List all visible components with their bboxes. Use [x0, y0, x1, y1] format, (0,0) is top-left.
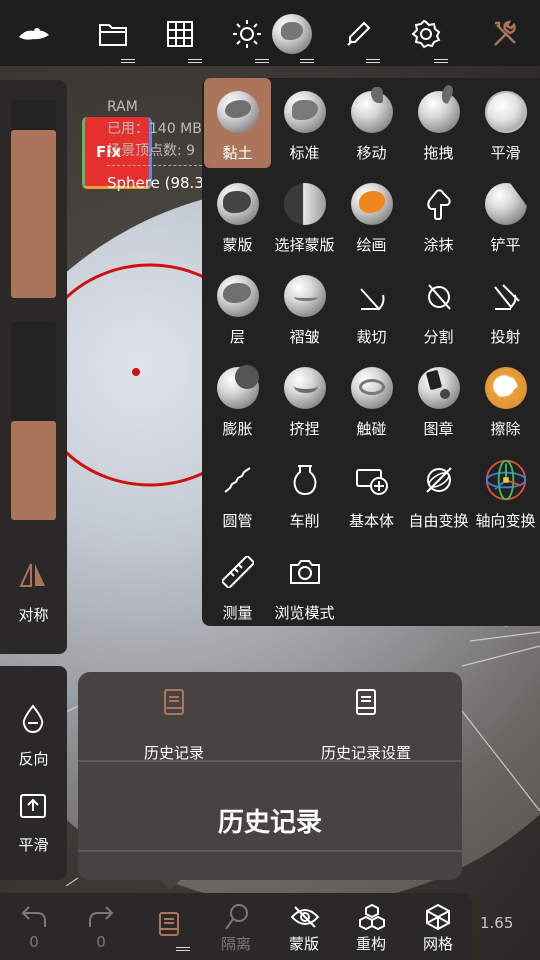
symmetry-label[interactable]: 对称	[0, 604, 67, 625]
lathe-icon	[283, 458, 327, 502]
tool-erase[interactable]: 擦除	[472, 354, 539, 444]
select-mask-icon	[284, 183, 326, 225]
erase-icon	[485, 367, 527, 409]
project-icon	[484, 274, 528, 318]
undo-icon	[21, 905, 47, 933]
bottom-toolbar: 0 0 隔离 蒙版 重构 网格	[0, 893, 472, 960]
mesh-icon	[424, 903, 452, 935]
ram-label: RAM	[107, 99, 138, 115]
remesh-button[interactable]: 重构	[341, 899, 401, 959]
smudge-icon	[417, 182, 461, 226]
sun-icon[interactable]	[225, 12, 269, 60]
divider	[78, 850, 462, 852]
pinch-icon	[284, 367, 326, 409]
mask-label: 蒙版	[288, 935, 319, 953]
history-panel: 历史记录 历史记录设置 历史记录	[78, 672, 462, 880]
stamp-icon	[418, 367, 460, 409]
undo-count: 0	[29, 933, 39, 951]
radius-slider[interactable]	[11, 100, 56, 298]
cubes-icon	[358, 903, 386, 935]
drag-icon	[418, 83, 460, 133]
redo-icon	[88, 905, 114, 933]
fix-label: Fix	[96, 143, 122, 161]
eye-hidden-icon	[290, 905, 320, 933]
invert-label[interactable]: 反向	[0, 748, 67, 769]
tools-popup: 黏土 标准 移动 拖拽 平滑 蒙版 选择蒙版 绘画 涂抹 铲平 层 褶皱 裁切 …	[202, 78, 540, 626]
tube-icon	[216, 458, 260, 502]
ruler-icon	[216, 550, 260, 594]
tools-icon[interactable]	[484, 12, 528, 56]
tangent-icon	[351, 367, 393, 409]
tool-view-mode[interactable]: 浏览模式	[271, 538, 338, 628]
search-icon	[224, 903, 250, 935]
folder-icon[interactable]	[91, 12, 135, 60]
brush-icon[interactable]	[336, 12, 380, 60]
smooth-toggle-icon[interactable]	[20, 794, 46, 822]
mesh-label: 网格	[422, 935, 453, 953]
tool-gizmo[interactable]: 轴向变换	[472, 446, 539, 536]
symmetry-icon[interactable]	[19, 562, 47, 592]
layer-icon	[217, 275, 259, 317]
history-button[interactable]	[138, 899, 198, 959]
ram-used: 已用：140 MB	[107, 121, 202, 137]
tool-smooth[interactable]: 平滑	[472, 78, 539, 168]
vertex-count: 场景顶点数: 9	[107, 143, 196, 159]
scene-info: RAM 已用：140 MB 场景顶点数: 9 Sphere (98.3	[107, 96, 204, 194]
top-toolbar	[0, 0, 540, 66]
divider	[78, 760, 462, 762]
trim-icon	[350, 274, 394, 318]
tab-history-settings[interactable]: 历史记录设置	[270, 684, 462, 762]
history-settings-book-icon	[354, 688, 378, 720]
flatten-icon	[485, 183, 527, 225]
history-book-icon	[162, 688, 186, 720]
gizmo-icon	[484, 458, 528, 502]
smooth-label[interactable]: 平滑	[0, 834, 67, 855]
isolate-label: 隔离	[220, 935, 251, 953]
remesh-label: 重构	[355, 935, 386, 953]
gear-icon[interactable]	[404, 12, 448, 60]
paint-icon	[351, 183, 393, 225]
history-title: 历史记录	[217, 808, 322, 838]
isolate-button[interactable]: 隔离	[206, 899, 266, 959]
logo-icon[interactable]	[12, 12, 56, 56]
left-options-panel: 反向 平滑	[0, 666, 67, 880]
standard-icon	[284, 91, 326, 133]
sphere-info: Sphere (98.3	[107, 174, 204, 192]
inflate-icon	[217, 365, 259, 409]
tool-project[interactable]: 投射	[472, 262, 539, 352]
split-icon	[417, 274, 461, 318]
camera-icon	[283, 550, 327, 594]
material-ball-icon[interactable]	[270, 12, 314, 60]
radius-slider-fill	[11, 129, 56, 298]
crease-icon	[284, 275, 326, 317]
mask-button[interactable]: 蒙版	[274, 899, 334, 959]
redo-button[interactable]: 0	[71, 899, 131, 959]
free-transform-icon	[417, 458, 461, 502]
smooth-icon	[485, 91, 527, 133]
tab-history[interactable]: 历史记录	[78, 684, 270, 762]
undo-button[interactable]: 0	[4, 899, 64, 959]
mesh-button[interactable]: 网格	[408, 899, 468, 959]
clay-icon	[217, 91, 259, 133]
mask-icon	[217, 183, 259, 225]
primitive-icon	[350, 458, 394, 502]
invert-drop-icon[interactable]	[20, 704, 46, 738]
history-pointer	[160, 880, 180, 890]
redo-count: 0	[96, 933, 106, 951]
grid-icon[interactable]	[158, 12, 202, 60]
intensity-slider[interactable]	[11, 322, 56, 520]
zoom-level: 1.65	[480, 914, 514, 932]
tool-flatten[interactable]: 铲平	[472, 170, 539, 260]
move-icon	[351, 87, 393, 133]
intensity-slider-fill	[11, 421, 56, 520]
left-slider-panel: 对称	[0, 80, 67, 654]
history-book-icon	[158, 911, 180, 941]
